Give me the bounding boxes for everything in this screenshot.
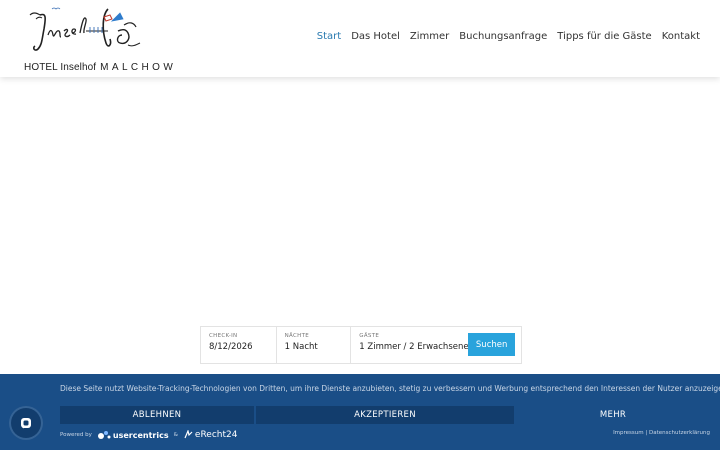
powered-by-label: Powered by xyxy=(60,432,92,438)
accept-button[interactable]: AKZEPTIEREN xyxy=(256,406,514,424)
impressum-link[interactable]: Impressum xyxy=(613,430,644,436)
guests-field[interactable]: GÄSTE 1 Zimmer / 2 Erwachsene xyxy=(351,327,469,363)
erecht-text: eRecht24 xyxy=(194,430,238,440)
erecht-logo[interactable]: eRecht24 xyxy=(183,430,238,440)
inselhof-script-logo-icon xyxy=(29,7,141,51)
checkin-field[interactable]: CHECK-IN 8/12/2026 xyxy=(201,327,277,363)
erecht24-logo-icon xyxy=(184,430,193,439)
nav-item-zimmer[interactable]: Zimmer xyxy=(410,31,449,42)
nights-field[interactable]: NÄCHTE 1 Nacht xyxy=(277,327,352,363)
hotel-logo-text: HOTEL Inselhof MALCHOW xyxy=(24,62,176,73)
main-navigation: Start Das Hotel Zimmer Buchungsanfrage T… xyxy=(317,31,700,42)
fingerprint-shield-icon xyxy=(21,418,31,429)
nav-item-das-hotel[interactable]: Das Hotel xyxy=(351,31,400,42)
site-header: HOTEL Inselhof MALCHOW Start Das Hotel Zi… xyxy=(0,0,720,77)
nav-item-kontakt[interactable]: Kontakt xyxy=(662,31,700,42)
usercentrics-text: usercentrics xyxy=(112,430,169,440)
legal-links: Impressum | Datenschutzerklärung xyxy=(613,430,710,436)
ampersand: & xyxy=(173,432,178,438)
privacy-settings-button[interactable] xyxy=(11,408,41,438)
checkin-value: 8/12/2026 xyxy=(209,342,253,352)
nav-item-tipps[interactable]: Tipps für die Gäste xyxy=(557,31,651,42)
booking-widget: CHECK-IN 8/12/2026 NÄCHTE 1 Nacht GÄSTE … xyxy=(200,326,522,364)
nav-item-start[interactable]: Start xyxy=(317,31,341,42)
cookie-consent-banner: Diese Seite nutzt Website-Tracking-Techn… xyxy=(0,374,720,450)
legal-separator: | xyxy=(645,430,648,436)
nights-value: 1 Nacht xyxy=(284,342,318,352)
decline-button[interactable]: ABLEHNEN xyxy=(60,406,254,424)
checkin-label: CHECK-IN xyxy=(209,333,238,339)
usercentrics-logo[interactable]: usercentrics xyxy=(97,430,169,440)
usercentrics-logo-icon xyxy=(97,431,111,439)
guests-label: GÄSTE xyxy=(359,333,380,339)
consent-message: Diese Seite nutzt Website-Tracking-Techn… xyxy=(60,384,720,393)
search-button[interactable]: Suchen xyxy=(468,333,515,356)
nav-item-buchungsanfrage[interactable]: Buchungsanfrage xyxy=(459,31,547,42)
more-button[interactable]: MEHR xyxy=(516,406,710,424)
powered-by: Powered by usercentrics & eRecht24 xyxy=(60,430,237,440)
hotel-town: MALCHOW xyxy=(100,62,177,73)
guests-value: 1 Zimmer / 2 Erwachsene xyxy=(359,342,469,352)
privacy-link[interactable]: Datenschutzerklärung xyxy=(649,430,710,436)
hotel-name: HOTEL Inselhof xyxy=(24,62,97,73)
hotel-logo[interactable]: HOTEL Inselhof MALCHOW xyxy=(20,5,173,75)
nights-label: NÄCHTE xyxy=(284,333,310,339)
